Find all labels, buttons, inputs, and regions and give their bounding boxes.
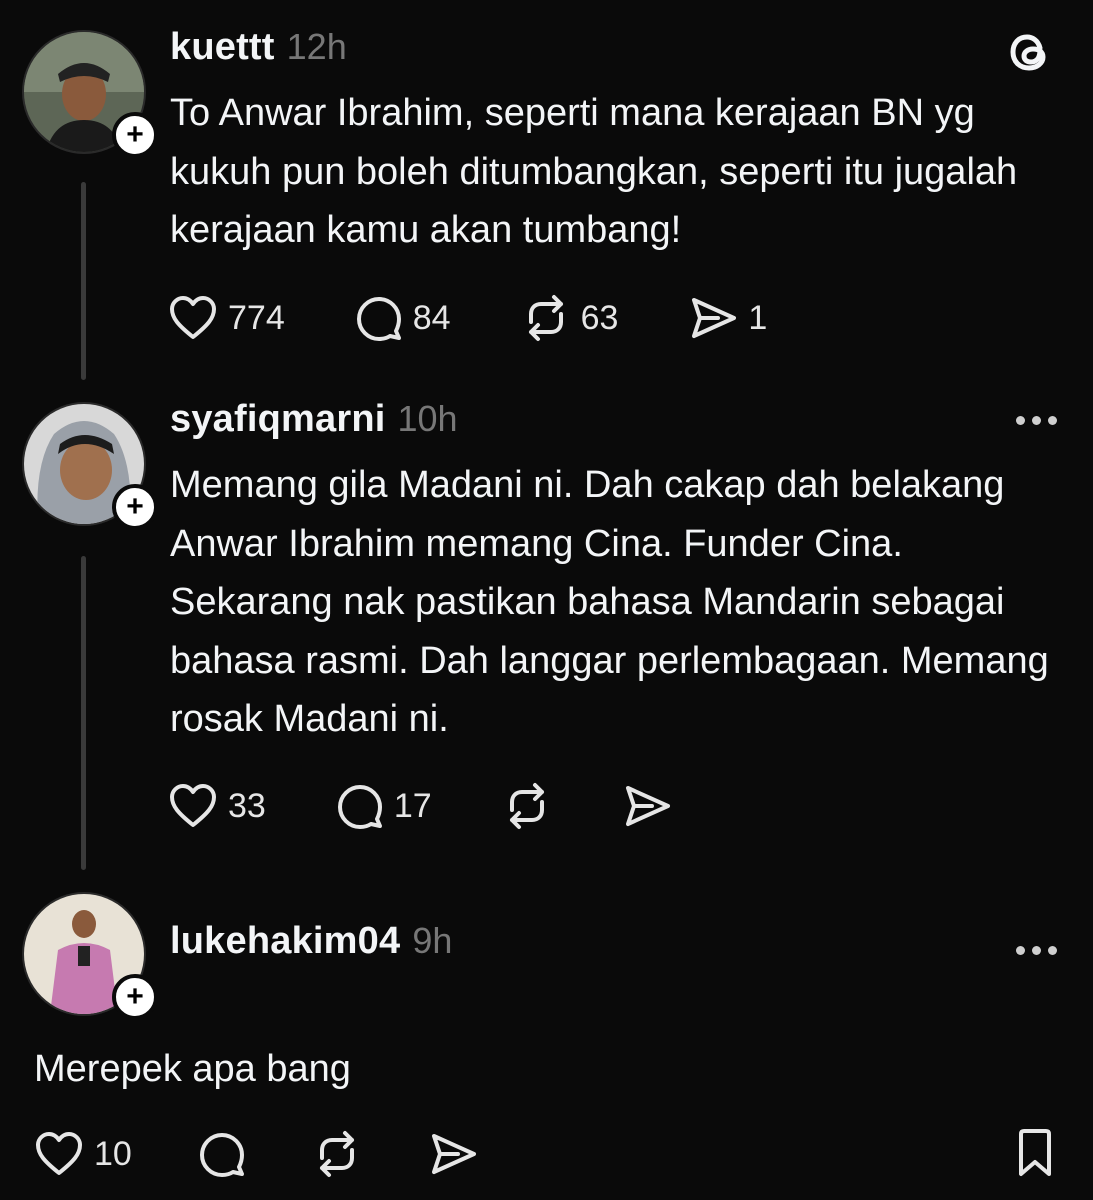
like-button[interactable]: 33 <box>168 783 266 829</box>
thread-line <box>81 182 86 380</box>
reply-count: 17 <box>393 786 432 825</box>
like-button[interactable]: 774 <box>168 295 285 341</box>
username[interactable]: kuettt <box>170 26 275 69</box>
timestamp: 10h <box>397 398 458 439</box>
avatar-kuettt[interactable]: + <box>22 30 158 158</box>
like-count: 10 <box>94 1134 132 1173</box>
reply-button[interactable]: 84 <box>355 294 451 342</box>
bookmark-icon[interactable] <box>1013 1128 1057 1183</box>
send-icon <box>625 786 670 826</box>
heart-icon <box>170 296 216 339</box>
like-button[interactable]: 10 <box>34 1131 132 1177</box>
thread-line <box>81 556 86 870</box>
more-icon[interactable] <box>1016 416 1057 425</box>
comment-icon <box>337 785 382 829</box>
share-button[interactable] <box>428 1131 478 1177</box>
comment-icon <box>199 1133 244 1177</box>
repost-button[interactable] <box>312 1130 362 1178</box>
avatar-syafiqmarni[interactable]: + <box>22 402 158 530</box>
thread-post-3: + lukehakim04 9h Merepek apa bang 10 <box>0 870 1093 1200</box>
post-actions: 33 17 <box>168 782 742 830</box>
threads-logo-icon[interactable] <box>1007 28 1055 76</box>
heart-icon <box>36 1132 82 1175</box>
post-text: Merepek apa bang <box>34 1048 351 1090</box>
follow-plus-icon[interactable]: + <box>112 484 158 530</box>
repost-count: 63 <box>580 298 619 337</box>
send-icon <box>431 1134 476 1174</box>
reply-button[interactable]: 17 <box>336 782 432 830</box>
post-header: kuettt 12h <box>170 26 347 69</box>
repost-icon <box>528 295 563 341</box>
more-icon[interactable] <box>1016 946 1057 955</box>
post-text: To Anwar Ibrahim, seperti mana kerajaan … <box>170 92 1018 251</box>
reply-button[interactable] <box>198 1130 246 1178</box>
send-icon <box>692 298 737 338</box>
follow-plus-icon[interactable]: + <box>112 974 158 1020</box>
like-count: 33 <box>228 786 266 825</box>
share-count: 1 <box>748 298 768 337</box>
avatar-lukehakim04[interactable]: + <box>22 892 158 1020</box>
post-header: syafiqmarni 10h <box>170 398 458 441</box>
post-text: Memang gila Madani ni. Dah cakap dah bel… <box>170 464 1049 740</box>
username[interactable]: syafiqmarni <box>170 398 386 441</box>
repost-button[interactable]: 63 <box>521 294 619 342</box>
post-actions: 774 84 63 1 <box>168 294 837 342</box>
share-button[interactable] <box>622 783 672 829</box>
timestamp: 9h <box>412 920 453 961</box>
username[interactable]: lukehakim04 <box>170 920 400 963</box>
post-actions: 10 <box>34 1130 548 1178</box>
repost-icon <box>509 783 544 829</box>
share-button[interactable]: 1 <box>688 295 767 341</box>
like-count: 774 <box>228 298 285 337</box>
comment-icon <box>356 297 401 341</box>
thread-post-1: + kuettt 12h To Anwar Ibrahim, seperti m… <box>0 0 1093 380</box>
repost-icon <box>319 1131 354 1177</box>
heart-icon <box>170 784 216 827</box>
repost-button[interactable] <box>502 782 552 830</box>
timestamp: 12h <box>286 26 347 67</box>
reply-count: 84 <box>412 298 451 337</box>
post-header: lukehakim04 9h <box>170 920 452 963</box>
thread-post-2: + syafiqmarni 10h Memang gila Madani ni.… <box>0 380 1093 870</box>
follow-plus-icon[interactable]: + <box>112 112 158 158</box>
